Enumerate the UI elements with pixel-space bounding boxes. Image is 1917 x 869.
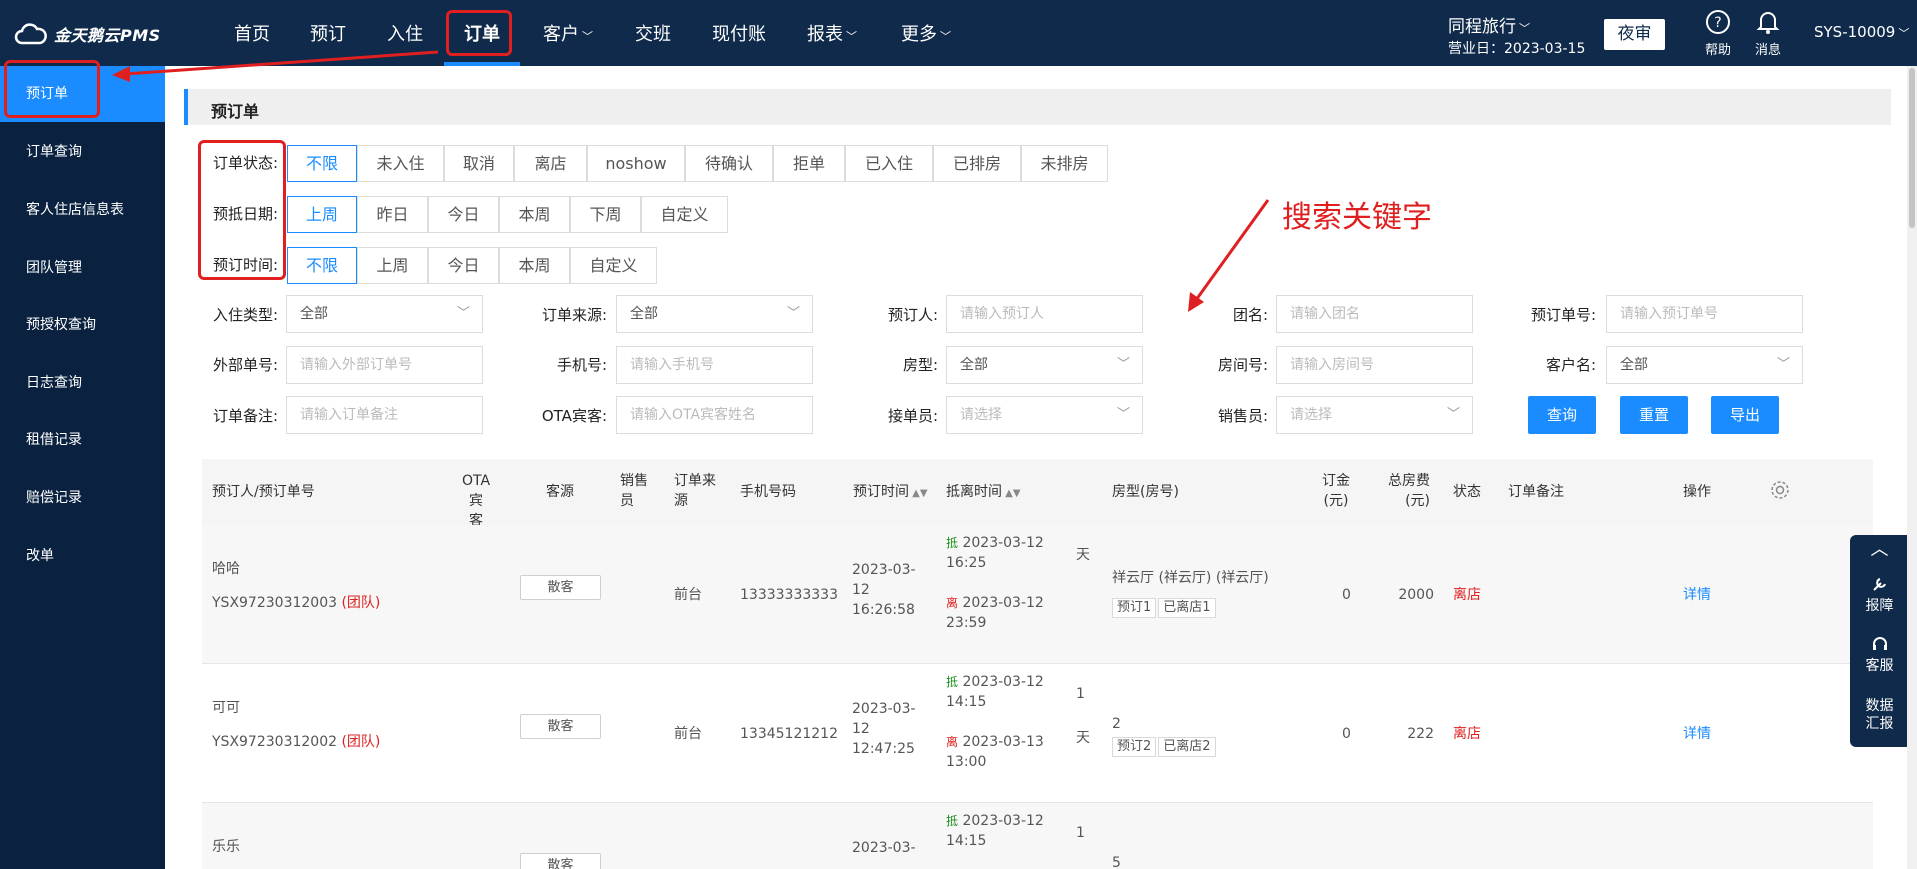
annotation-search-keyword: 搜索关键字 [1282,200,1432,235]
order-status-option-any[interactable]: 不限 [287,145,357,182]
arrival-date-option-last-week[interactable]: 上周 [287,196,357,233]
booking-time-option-any[interactable]: 不限 [287,247,357,284]
annotation-arrows [112,50,1270,312]
